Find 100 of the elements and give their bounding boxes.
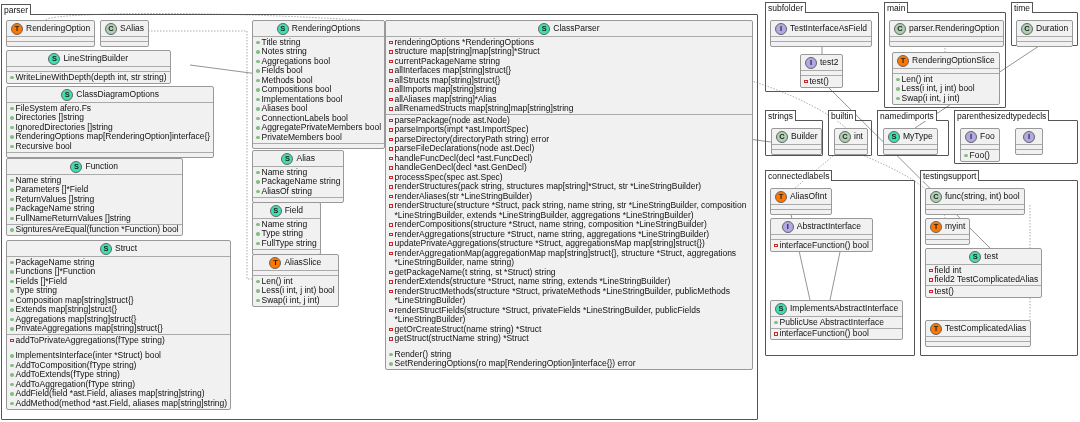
class-name: AbstractInterface — [796, 221, 862, 232]
field-text: Name string — [15, 175, 62, 185]
method-text: interfaceFunction() bool — [779, 240, 869, 250]
package-label: strings — [765, 110, 797, 121]
method-text: Len() int — [901, 74, 933, 84]
field-text: ConnectionLabels bool — [261, 113, 348, 123]
class-name: myint — [945, 221, 966, 232]
field-text: RenderingOptions map[RenderingOption]interface{} — [15, 132, 211, 142]
method-text: test() — [809, 76, 829, 86]
method-text: AddToExtends(fType string) — [15, 370, 120, 380]
class-name: Function — [85, 161, 119, 172]
field-text: Type string — [15, 286, 58, 296]
field-text: Parameters []*Field — [15, 185, 89, 195]
class-name: parser.RenderingOption — [909, 23, 1000, 34]
field-text: PackageName string — [261, 177, 341, 187]
method-text: AddToComposition(fType string) — [15, 360, 137, 370]
field-text: AliasOf string — [261, 186, 313, 196]
field-text: allImports map[string]string — [394, 85, 497, 95]
method-text: renderStructure(structure *Struct, pack string, name string, str *LineStringBuilder, composition *LineStringBuilder, extends *LineStringBuilder, aggregations *LineStringBuilder) — [394, 201, 748, 220]
method-text: Less(i int, j int) bool — [261, 286, 335, 296]
method-text: AddToAggregation(fType string) — [15, 379, 136, 389]
class-name: RenderingOptions — [291, 23, 361, 34]
field-text: PackageName string — [15, 257, 95, 267]
field-text: PublicUse AbstractInterface — [779, 317, 884, 327]
method-text: SetRenderingOptions(ro map[RenderingOption]interface{}) error — [394, 359, 636, 369]
field-text: Extends map[string]struct{} — [15, 305, 118, 315]
method-text: parseImports(impt *ast.ImportSpec) — [394, 125, 529, 135]
package-label: time — [1011, 2, 1034, 13]
field-text: PrivateMembers bool — [261, 132, 342, 142]
class-name: TestInterfaceAsField — [790, 23, 867, 34]
field-text: Methods bool — [261, 75, 313, 85]
method-text: getOrCreateStruct(name string) *Struct — [394, 324, 542, 334]
field-text: allRenamedStructs map[string]map[string]string — [394, 104, 574, 114]
class-name: Struct — [114, 243, 138, 254]
method-text: parsePackage(node ast.Node) — [394, 115, 510, 125]
class-name: Builder — [791, 131, 818, 142]
field-text: PackageName string — [15, 204, 95, 214]
class-name: SAlias — [120, 23, 145, 34]
class-name: TestComplicatedAlias — [945, 323, 1027, 334]
method-text: addToPrivateAggregations(fType string) — [15, 335, 165, 345]
method-text: handleFuncDecl(decl *ast.FuncDecl) — [394, 153, 533, 163]
field-text: Type string — [261, 229, 304, 239]
field-text: Name string — [261, 167, 308, 177]
field-text: Name string — [261, 219, 308, 229]
method-text: getStruct(structName string) *Struct — [394, 334, 529, 344]
field-text: IgnoredDirectories []string — [15, 122, 113, 132]
class-name: test2 — [820, 57, 839, 68]
class-name: test — [984, 251, 998, 262]
package-label: main — [884, 2, 909, 13]
class-name: MyType — [903, 131, 933, 142]
method-text: test() — [934, 286, 954, 296]
class-name: Duration — [1036, 23, 1069, 34]
field-text: Directories []string — [15, 113, 84, 123]
class-name: AliasOfInt — [790, 191, 827, 202]
class-name: AliasSlice — [284, 257, 322, 268]
field-text: Fields []*Field — [15, 276, 67, 286]
field-text: Aggregations bool — [261, 56, 331, 66]
package-label: parenthesizedtypedecls — [954, 110, 1050, 121]
field-text: ReturnValues []string — [15, 194, 95, 204]
field-text: Composition map[string]struct{} — [15, 295, 134, 305]
class-name: Foo — [980, 131, 995, 142]
method-text: renderCompositions(structure *Struct, name string, composition *LineStringBuilder) — [394, 220, 707, 230]
package-label: subfolder — [765, 2, 806, 13]
class-name: ClassDiagramOptions — [76, 89, 159, 100]
class-name: RenderingOptionSlice — [912, 55, 995, 66]
method-text: parseDirectory(directoryPath string) error — [394, 134, 549, 144]
field-text: field2 TestComplicatedAlias — [934, 275, 1039, 285]
method-text: parseFileDeclarations(node ast.Decl) — [394, 144, 535, 154]
field-text: FullNameReturnValues []string — [15, 213, 131, 223]
field-text: Title string — [261, 37, 301, 47]
field-text: Compositions bool — [261, 85, 332, 95]
method-text: WriteLineWithDepth(depth int, str string) — [15, 72, 167, 82]
method-text: renderAggregationMap(aggregationMap map[string]struct{}, structure *Struct, aggregations *LineStringBuilder, name string) — [394, 248, 738, 268]
package-label: connectedlabels — [765, 170, 833, 181]
method-text: updatePrivateAggregations(structure *Struct, aggregationsMap map[string]struct{}) — [394, 239, 705, 249]
method-text: processSpec(spec ast.Spec) — [394, 172, 503, 182]
class-name: RenderingOption — [26, 23, 91, 34]
class-name: int — [854, 131, 863, 142]
package-label: namedimports — [877, 110, 937, 121]
field-text: Implementations bool — [261, 94, 343, 104]
connector-line — [829, 251, 841, 301]
field-text: structure map[string]map[string]*Struct — [394, 47, 540, 57]
field-text: Notes string — [261, 47, 307, 57]
method-text: getPackageName(t string, st *Struct) string — [394, 267, 556, 277]
method-text: renderAggregations(structure *Struct, name string, aggregations *LineStringBuilder) — [394, 229, 710, 239]
field-text: Aggregations map[string]struct{} — [15, 314, 137, 324]
method-text: interfaceFunction() bool — [779, 329, 869, 339]
method-text: Foo() — [969, 150, 990, 160]
method-text: renderStructures(pack string, structures map[string]*Struct, str *LineStringBuilder) — [394, 182, 702, 192]
field-text: PrivateAggregations map[string]struct{} — [15, 324, 163, 334]
method-text: renderStructFields(structure *Struct, privateFields *LineStringBuilder, publicFields *LineStringBuilder) — [394, 305, 702, 325]
field-text: field int — [934, 265, 962, 275]
method-text: handleGenDecl(decl *ast.GenDecl) — [394, 163, 527, 173]
class-name: Field — [284, 205, 304, 216]
method-text: Len() int — [261, 276, 293, 286]
package-label: parser — [1, 4, 32, 15]
field-text: currentPackageName string — [394, 56, 500, 66]
field-text: allAliases map[string]*Alias — [394, 94, 497, 104]
field-text: allInterfaces map[string]struct{} — [394, 66, 512, 76]
method-text: ImplementsInterface(inter *Struct) bool — [15, 351, 161, 361]
